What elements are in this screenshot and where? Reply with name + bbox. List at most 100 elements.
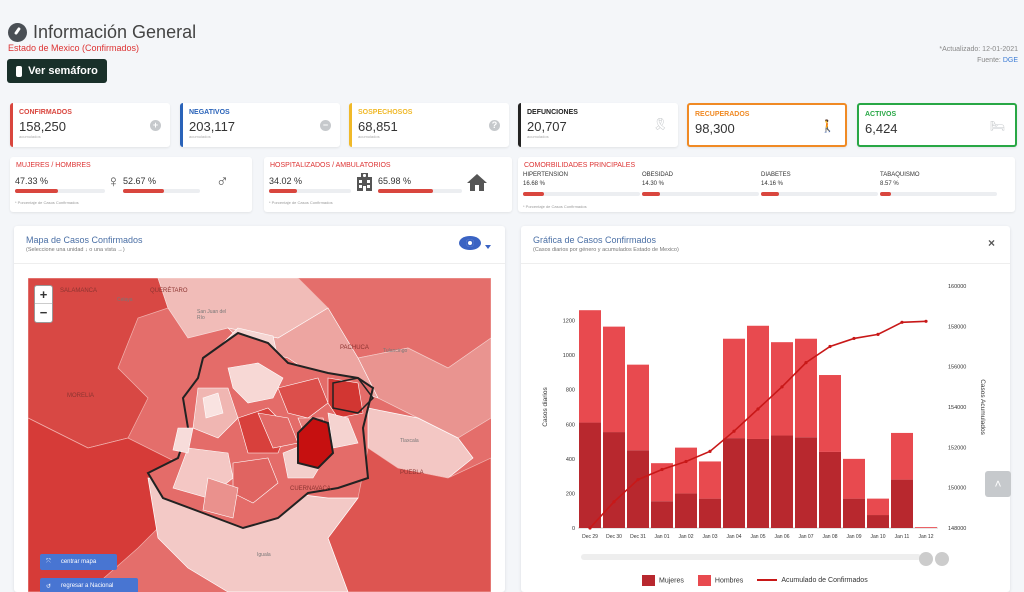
point-acumulado bbox=[804, 361, 808, 365]
source-label: Fuente: bbox=[977, 57, 1001, 64]
cases-chart: 0 200 400 600 800 1000 1200 148000 150000 152000 1… bbox=[542, 284, 986, 566]
ver-semaforo-button[interactable]: Ver semáforo bbox=[7, 59, 107, 83]
kpi-value: 6,424 bbox=[865, 121, 898, 136]
map-label: Celaya bbox=[117, 297, 133, 303]
choropleth-map[interactable] bbox=[28, 278, 491, 592]
comorbidity-tabaquismo: TABAQUISMO 8.57 % bbox=[880, 172, 920, 187]
comorbidity-label: HIPERTENSION bbox=[523, 172, 568, 178]
comorb-title: COMORBILIDADES PRINCIPALES bbox=[524, 162, 636, 169]
kpi-label: SOSPECHOSOS bbox=[358, 109, 413, 116]
center-map-label: centrar mapa bbox=[60, 559, 97, 565]
comorb-note: * Porcentaje de Casos Confirmados bbox=[523, 204, 587, 209]
center-map-button[interactable]: ⤧ centrar mapa bbox=[40, 554, 117, 570]
scroll-top-button[interactable]: ˄ bbox=[985, 471, 1011, 497]
y-tick-label: 400 bbox=[566, 457, 575, 463]
legend-swatch bbox=[642, 575, 655, 586]
map-view[interactable] bbox=[28, 278, 491, 592]
expand-arrows-icon: ⤧ bbox=[46, 558, 51, 565]
bar-mujeres bbox=[675, 493, 697, 528]
women-bar bbox=[15, 189, 105, 193]
kpi-label: ACTIVOS bbox=[865, 111, 897, 118]
map-card-subtitle: (Seleccione una unidad ↓ o una vista →) bbox=[26, 247, 125, 253]
back-to-national-button[interactable]: ↺ regresar a Nacional bbox=[40, 578, 138, 592]
view-dropdown-caret-icon[interactable] bbox=[485, 245, 491, 249]
bar-hombres bbox=[771, 342, 793, 436]
hosp-title: HOSPITALIZADOS / AMBULATORIOS bbox=[270, 162, 391, 169]
question-circle-icon: ? bbox=[489, 120, 500, 131]
point-acumulado bbox=[732, 429, 736, 433]
bar-mujeres bbox=[891, 479, 913, 528]
y-axis-label: Casos diarios bbox=[542, 387, 549, 427]
bar-hombres bbox=[675, 447, 697, 494]
kpi-card-activos: ACTIVOS 6,424 🛏 bbox=[857, 103, 1017, 147]
source-link[interactable]: DGE bbox=[1003, 57, 1018, 64]
page-title: Información General bbox=[33, 22, 197, 42]
bar-hombres bbox=[867, 498, 889, 516]
y2-tick-label: 152000 bbox=[948, 445, 966, 451]
x-tick-label: Jan 02 bbox=[678, 534, 693, 540]
y2-tick-label: 148000 bbox=[948, 526, 966, 532]
ver-semaforo-label: Ver semáforo bbox=[28, 65, 98, 77]
point-acumulado bbox=[900, 320, 904, 324]
comorbidity-pct: 14.30 % bbox=[642, 181, 665, 187]
map-zoom-control: + − bbox=[34, 285, 53, 323]
men-pct: 52.67 % bbox=[123, 176, 157, 186]
y2-tick-label: 154000 bbox=[948, 405, 966, 411]
kpi-card-defunciones: DEFUNCIONES 20,707 acumulados 🎗 bbox=[518, 103, 678, 147]
bar-hombres bbox=[819, 375, 841, 452]
comorbidity-obesidad: OBESIDAD 14.30 % bbox=[642, 172, 673, 187]
y-tick-label: 600 bbox=[566, 422, 575, 428]
bar-hombres bbox=[603, 326, 625, 433]
view-eye-icon[interactable] bbox=[459, 236, 481, 250]
kpi-label: DEFUNCIONES bbox=[527, 109, 578, 116]
bar-mujeres bbox=[627, 450, 649, 528]
x-tick-label: Dec 31 bbox=[630, 534, 646, 540]
bar-mujeres bbox=[867, 515, 889, 528]
comorbidity-diabetes: DIABETES 14.16 % bbox=[761, 172, 791, 187]
y2-tick-label: 150000 bbox=[948, 486, 966, 492]
y-tick-label: 1200 bbox=[563, 319, 575, 325]
legend-item[interactable]: Mujeres bbox=[642, 575, 684, 586]
point-acumulado bbox=[588, 526, 592, 530]
zoom-in-button[interactable]: + bbox=[35, 286, 52, 304]
legend-swatch bbox=[697, 575, 711, 586]
bar-hombres bbox=[843, 458, 865, 499]
legend-item[interactable]: Hombres bbox=[697, 575, 743, 586]
map-label: QUERÉTARO bbox=[150, 288, 188, 294]
chart-card-header: Gráfica de Casos Confirmados (Casos diar… bbox=[521, 226, 1010, 264]
point-acumulado bbox=[852, 336, 856, 341]
x-tick-label: Jan 08 bbox=[822, 534, 837, 540]
hosp-bar bbox=[269, 189, 351, 193]
kpi-value: 68,851 bbox=[358, 119, 398, 134]
map-card-title: Mapa de Casos Confirmados bbox=[26, 235, 143, 245]
y2-axis-label: Casos Acumulados bbox=[979, 379, 986, 435]
bar-mujeres bbox=[723, 438, 745, 528]
gender-title: MUJERES / HOMBRES bbox=[16, 162, 91, 169]
map-label: SALAMANCA bbox=[60, 288, 98, 294]
chart-scrollbar bbox=[581, 554, 921, 560]
male-icon: ♂ bbox=[216, 172, 229, 191]
female-icon: ♀ bbox=[107, 172, 120, 191]
kpi-value: 20,707 bbox=[527, 119, 567, 134]
kpi-card-negativos: NEGATIVOS 203,117 acumulados − bbox=[180, 103, 340, 147]
legend-item[interactable]: Acumulado de Confirmados bbox=[757, 577, 868, 584]
zoom-out-button[interactable]: − bbox=[35, 304, 52, 322]
kpi-note: acumulados bbox=[358, 134, 380, 139]
kpi-card-recuperados: RECUPERADOS 98,300 🚶 bbox=[687, 103, 847, 147]
close-chart-icon[interactable]: × bbox=[988, 236, 995, 250]
kpi-label: CONFIRMADOS bbox=[19, 109, 72, 116]
y2-tick-label: 160000 bbox=[948, 284, 966, 290]
point-acumulado bbox=[684, 459, 688, 464]
bar-hombres bbox=[699, 461, 721, 499]
amb-pct: 65.98 % bbox=[378, 176, 412, 186]
page-subtitle: Estado de Mexico (Confirmados) bbox=[8, 43, 140, 53]
y-tick-label: 0 bbox=[572, 526, 575, 532]
comorbidity-label: DIABETES bbox=[761, 172, 791, 178]
bar-mujeres bbox=[747, 438, 769, 528]
kpi-card-confirmados: CONFIRMADOS 158,250 acumulados + bbox=[10, 103, 170, 147]
comorbidity-hipertension: HIPERTENSION 16.68 % bbox=[523, 172, 568, 187]
map-label: Iguala bbox=[257, 552, 271, 558]
updated-date: *Actualizado: 12-01-2021 bbox=[939, 46, 1018, 53]
point-acumulado bbox=[828, 344, 832, 349]
legend-label: Mujeres bbox=[659, 577, 684, 585]
